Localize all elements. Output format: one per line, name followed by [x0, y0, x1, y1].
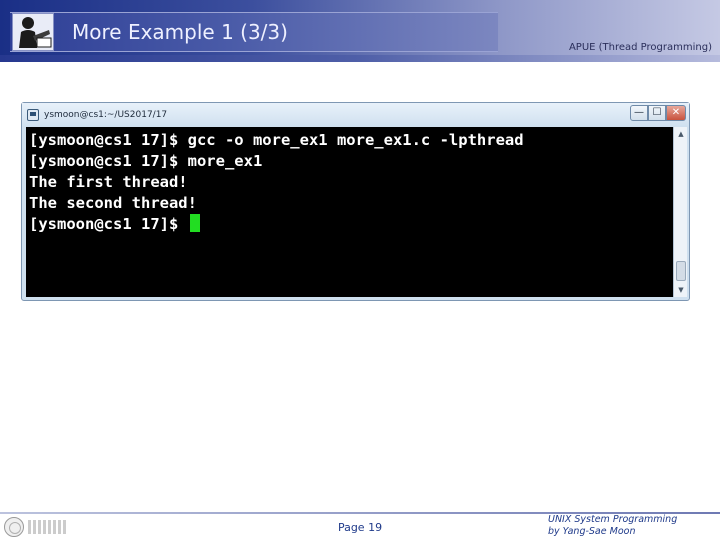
scroll-down-icon[interactable]: ▼ [675, 284, 687, 296]
scroll-thumb[interactable] [676, 261, 686, 281]
credit-line-author: by Yang-Sae Moon [548, 526, 636, 537]
terminal-line: The first thread! [29, 173, 188, 191]
terminal-line: The second thread! [29, 194, 197, 212]
scroll-up-icon[interactable]: ▲ [675, 128, 687, 140]
minimize-button[interactable]: — [630, 105, 648, 121]
department-wordmark [28, 520, 68, 534]
university-seal-icon [4, 517, 24, 537]
putty-terminal-icon[interactable] [27, 109, 39, 121]
credit-line-course: UNIX System Programming [548, 514, 678, 525]
terminal-prompt: [ysmoon@cs1 17]$ [29, 215, 188, 233]
university-logo [2, 516, 70, 538]
terminal-window[interactable]: ysmoon@cs1:~/US2017/17 — ☐ ✕ [ysmoon@cs1… [21, 102, 690, 301]
course-label: APUE (Thread Programming) [568, 42, 712, 53]
slide-title: More Example 1 (3/3) [72, 20, 288, 44]
header-stripe [0, 55, 720, 62]
course-credit: UNIX System Programming by Yang-Sae Moon [548, 514, 714, 538]
terminal-line: [ysmoon@cs1 17]$ more_ex1 [29, 152, 263, 170]
terminal-line: [ysmoon@cs1 17]$ gcc -o more_ex1 more_ex… [29, 131, 524, 149]
close-button[interactable]: ✕ [666, 105, 686, 121]
presenter-icon [12, 13, 54, 51]
maximize-button[interactable]: ☐ [648, 105, 666, 121]
window-titlebar[interactable]: ysmoon@cs1:~/US2017/17 — ☐ ✕ [22, 103, 689, 127]
terminal-cursor [189, 214, 200, 232]
terminal-prompt-line[interactable]: [ysmoon@cs1 17]$ [29, 214, 200, 235]
window-title: ysmoon@cs1:~/US2017/17 [44, 110, 168, 120]
vertical-scrollbar[interactable]: ▲ ▼ [673, 127, 687, 297]
page-number: Page 19 [337, 521, 383, 534]
terminal-output[interactable]: [ysmoon@cs1 17]$ gcc -o more_ex1 more_ex… [26, 127, 673, 297]
